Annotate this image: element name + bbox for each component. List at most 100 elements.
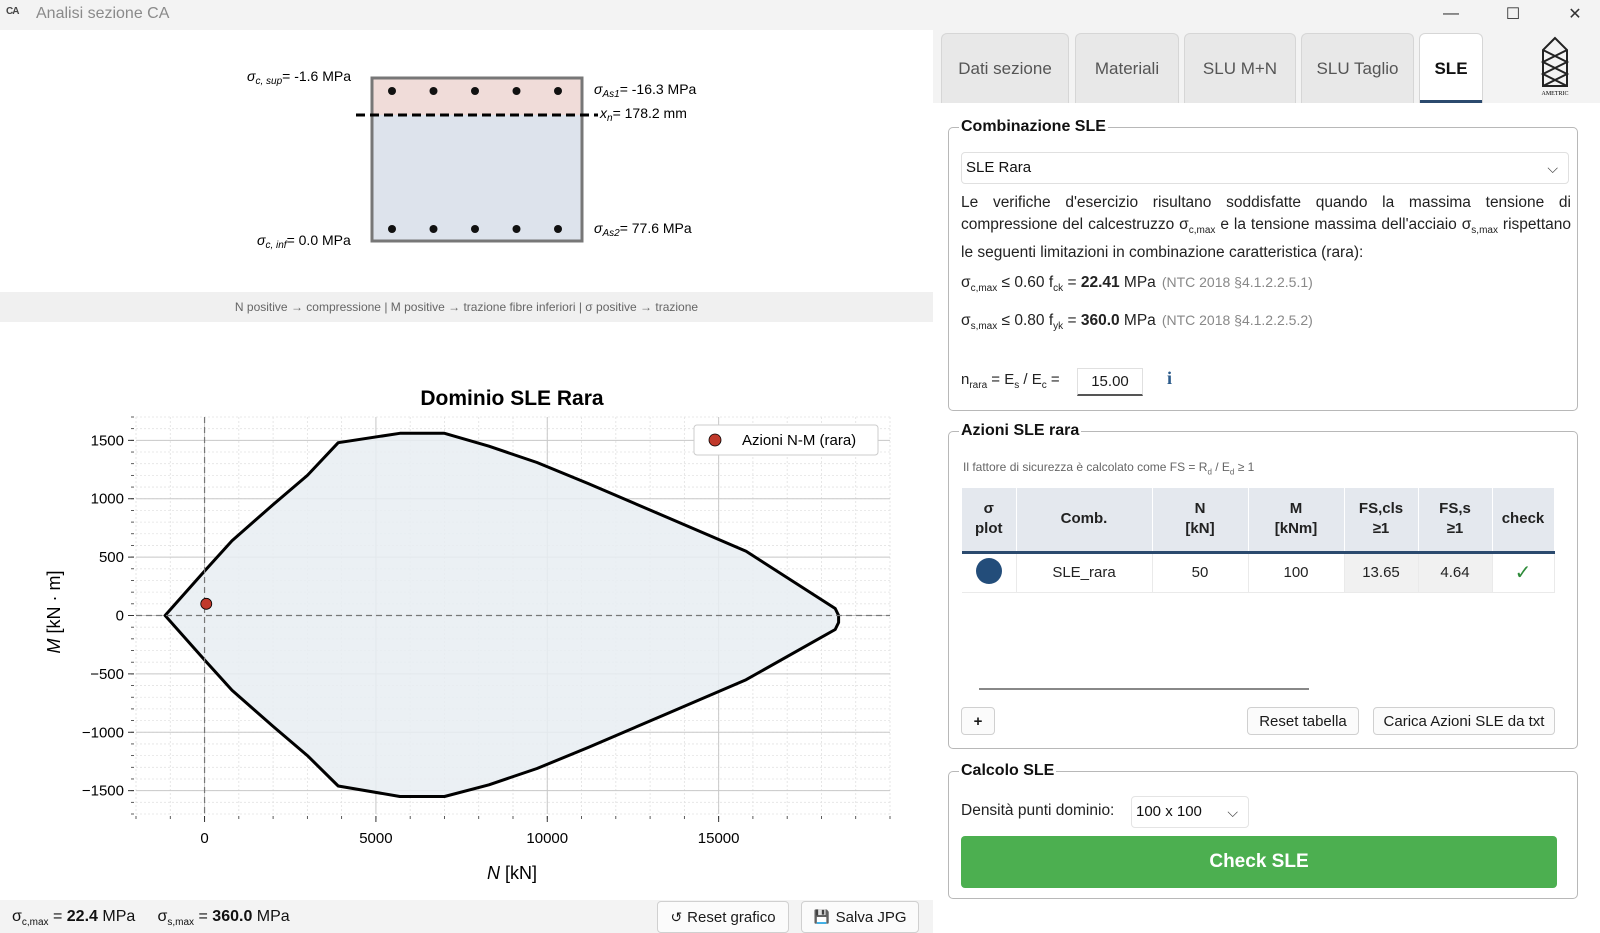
- chart-legend: Azioni N-M (rara): [693, 424, 879, 456]
- safety-factor-note: Il fattore di sicurezza è calcolato come…: [963, 460, 1255, 477]
- sigma-as2-label: σAs2= 77.6 MPa: [594, 220, 692, 239]
- m-cell[interactable]: 100: [1248, 552, 1345, 593]
- y-tick-label: −1000: [82, 724, 124, 741]
- check-cell: ✓: [1492, 552, 1555, 593]
- concrete-limit-value: 22.41: [1080, 274, 1120, 291]
- points-layer: [200, 597, 213, 610]
- concrete-limit: σc,max ≤ 0.60 fck = 22.41 MPa (NTC 2018 §…: [961, 274, 1313, 295]
- save-jpg-button[interactable]: 💾 Salva JPG: [801, 901, 919, 933]
- rebar-bottom-0: [388, 225, 396, 233]
- compression-zone: [372, 78, 582, 115]
- col-m[interactable]: M [kNm]: [1248, 488, 1345, 554]
- tab-materiali[interactable]: Materiali: [1075, 33, 1179, 103]
- combinazione-sle-group: Combinazione SLE SLE Rara ⌵ Le verifiche…: [948, 118, 1578, 411]
- add-row-button[interactable]: +: [961, 707, 995, 735]
- action-point: [200, 597, 213, 610]
- n-cell[interactable]: 50: [1152, 552, 1249, 593]
- rebar-top-1: [429, 87, 438, 95]
- plot-color-swatch[interactable]: [962, 552, 1017, 593]
- calcolo-sle-title: Calcolo SLE: [959, 762, 1057, 780]
- status-bar: σc,max = 22.4 MPa σs,max = 360.0 MPa ↺ R…: [0, 900, 933, 933]
- table-row[interactable]: SLE_rara 50 100 13.65 4.64 ✓: [962, 552, 1555, 593]
- col-comb[interactable]: Comb.: [1016, 488, 1153, 554]
- stress-summary: σc,max = 22.4 MPa σs,max = 360.0 MPa: [12, 908, 290, 929]
- rebar-top-4: [554, 87, 562, 95]
- combinazione-select[interactable]: SLE Rara ⌵: [961, 152, 1569, 184]
- window-title: Analisi sezione CA: [36, 5, 170, 22]
- y-axis-label: M [kN · m]: [44, 571, 64, 654]
- close-button[interactable]: ✕: [1550, 0, 1600, 28]
- actions-table-header: σ plot Comb. N [kN] M [kNm] FS,cls ≥1 FS,s ≥1…: [962, 488, 1555, 554]
- density-label: Densità punti dominio:: [961, 802, 1115, 819]
- y-tick-label: −1500: [82, 783, 124, 800]
- col-fs-s[interactable]: FS,s ≥1: [1418, 488, 1493, 554]
- app-icon: CA: [6, 6, 19, 17]
- chevron-down-icon: ⌵: [1547, 160, 1558, 176]
- rebar-bottom-4: [554, 225, 562, 233]
- series-color-dot[interactable]: [975, 557, 1002, 584]
- col-fs-cls[interactable]: FS,cls ≥1: [1344, 488, 1419, 554]
- title-bar: CA Analisi sezione CA — ☐ ✕: [0, 0, 1600, 30]
- check-sle-button[interactable]: Check SLE: [961, 836, 1557, 888]
- chart-title: Dominio SLE Rara: [420, 387, 604, 410]
- sle-tab-content: Combinazione SLE SLE Rara ⌵ Le verifiche…: [933, 103, 1600, 933]
- steel-limit: σs,max ≤ 0.80 fyk = 360.0 MPa (NTC 2018 §…: [961, 312, 1313, 333]
- tab-sle[interactable]: SLE: [1419, 33, 1483, 103]
- xn-label: xn= 178.2 mm: [599, 105, 687, 124]
- maximize-button[interactable]: ☐: [1488, 0, 1538, 28]
- minimize-button[interactable]: —: [1426, 0, 1476, 28]
- domain-chart-svg: 0 5000 10000 15000150010005000−500−1000−150…: [44, 387, 891, 883]
- domain-chart: 0 5000 10000 15000 1500 1000 500 0 −500 −1000 −150…: [0, 322, 933, 907]
- y-tick-label: −500: [90, 666, 124, 683]
- tab-dati-sezione[interactable]: Dati sezione: [941, 33, 1069, 103]
- y-tick-label: 1500: [91, 432, 124, 449]
- sigma-s-max-value: 360.0: [212, 908, 253, 925]
- load-actions-button[interactable]: Carica Azioni SLE da txt: [1373, 707, 1555, 735]
- sle-description: Le verifiche d'esercizio risultano soddi…: [961, 194, 1571, 262]
- y-tick-label: 1000: [91, 491, 124, 508]
- n-rara-input[interactable]: 15.00: [1077, 368, 1143, 396]
- fs-s-cell: 4.64: [1418, 552, 1493, 593]
- combinazione-sle-title: Combinazione SLE: [959, 118, 1108, 136]
- x-tick-label: 5000: [359, 830, 392, 847]
- tab-slu-mn[interactable]: SLU M+N: [1184, 33, 1296, 103]
- svg-text:AMETRIC: AMETRIC: [1542, 91, 1569, 97]
- section-stress-diagram: σc, sup= -1.6 MPa σc, inf= 0.0 MPa σAs1=…: [0, 30, 933, 292]
- y-tick-label: 500: [99, 549, 124, 566]
- sigma-c-sup-label: σc, sup= -1.6 MPa: [247, 68, 351, 87]
- sigma-c-inf-label: σc, inf= 0.0 MPa: [257, 232, 351, 251]
- density-select[interactable]: 100 x 100 ⌵: [1131, 796, 1249, 828]
- fs-cls-cell: 13.65: [1344, 552, 1419, 593]
- sign-convention-text: N positive → compressione | M positive →…: [0, 292, 933, 322]
- x-tick-label: 15000: [698, 830, 740, 847]
- y-tick-label: 0: [116, 608, 124, 625]
- tab-slu-taglio[interactable]: SLU Taglio: [1301, 33, 1414, 103]
- chevron-down-icon: ⌵: [1227, 804, 1238, 820]
- section-svg: σc, sup= -1.6 MPa σc, inf= 0.0 MPa σAs1=…: [247, 68, 697, 251]
- actions-table: σ plot Comb. N [kN] M [kNm] FS,cls ≥1 FS,s ≥1…: [962, 488, 1555, 593]
- info-icon[interactable]: i: [1167, 368, 1172, 389]
- rebar-bottom-1: [429, 225, 438, 233]
- tension-zone: [372, 115, 582, 241]
- ametric-logo-icon: AMETRIC: [1540, 36, 1570, 97]
- col-n[interactable]: N [kN]: [1152, 488, 1249, 554]
- floppy-disk-icon: 💾: [813, 909, 830, 924]
- x-axis-label: N [kN]: [487, 863, 537, 883]
- reset-icon: ↺: [670, 908, 683, 925]
- legend-label: Azioni N-M (rara): [742, 432, 856, 449]
- rebar-bottom-3: [512, 225, 521, 233]
- col-sigma-plot[interactable]: σ plot: [962, 488, 1017, 554]
- comb-cell[interactable]: SLE_rara: [1016, 552, 1153, 593]
- col-check[interactable]: check: [1492, 488, 1555, 554]
- settings-panel: Dati sezione Materiali SLU M+N SLU Tagli…: [933, 30, 1600, 933]
- legend-marker: [708, 433, 722, 447]
- reset-chart-button[interactable]: ↺ Reset grafico: [657, 901, 789, 933]
- sigma-c-max-value: 22.4: [66, 908, 98, 925]
- sigma-as1-label: σAs1= -16.3 MPa: [594, 81, 697, 100]
- calcolo-sle-group: Calcolo SLE Densità punti dominio: 100 x…: [948, 762, 1578, 899]
- x-tick-label: 10000: [526, 830, 568, 847]
- x-tick-label: 0: [200, 830, 208, 847]
- reset-table-button[interactable]: Reset tabella: [1247, 707, 1359, 735]
- rebar-bottom-2: [471, 225, 479, 233]
- table-horizontal-scrollbar[interactable]: [979, 688, 1309, 690]
